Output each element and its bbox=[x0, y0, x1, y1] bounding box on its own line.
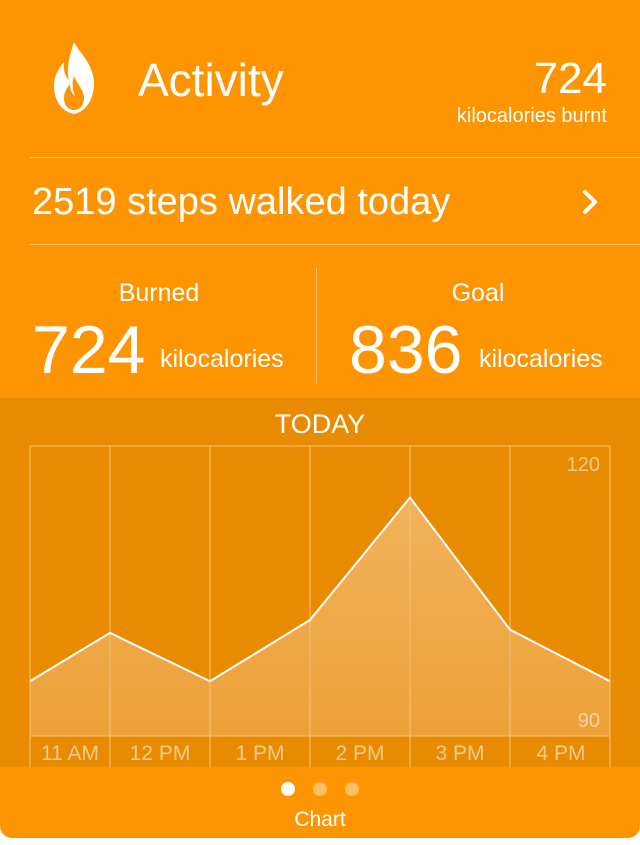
goal-value: 836 bbox=[349, 312, 463, 388]
chevron-right-icon[interactable] bbox=[576, 186, 604, 218]
page-title: Activity bbox=[138, 54, 284, 106]
flame-icon bbox=[54, 42, 94, 114]
goal-stat: Goal 836 kilocalories bbox=[317, 246, 640, 398]
goal-unit: kilocalories bbox=[479, 345, 603, 373]
burned-label: Burned bbox=[118, 279, 200, 307]
page-dot-3[interactable] bbox=[345, 782, 359, 796]
header-value: 724 bbox=[533, 54, 607, 103]
stats-section: Burned 724 kilocalories Goal 836 kilocal… bbox=[0, 246, 640, 398]
x-tick-label: 4 PM bbox=[536, 742, 585, 765]
footer-label: Chart bbox=[294, 808, 346, 831]
activity-chart: 120 90 11 AM 12 PM 1 PM 2 PM 3 PM 4 PM bbox=[29, 445, 611, 767]
burned-value: 724 bbox=[32, 312, 146, 388]
header-unit: kilocalories burnt bbox=[456, 105, 607, 127]
y-tick-label: 90 bbox=[578, 710, 600, 732]
vertical-divider bbox=[316, 268, 317, 384]
x-tick-label: 1 PM bbox=[235, 742, 284, 765]
page-dot-chart[interactable] bbox=[281, 782, 295, 796]
x-tick-label: 12 PM bbox=[130, 742, 191, 765]
burned-unit: kilocalories bbox=[160, 345, 284, 373]
footer: Chart bbox=[0, 767, 640, 838]
chart-area bbox=[30, 497, 610, 736]
steps-row[interactable]: 2519 steps walked today bbox=[0, 158, 640, 244]
divider bbox=[30, 244, 640, 245]
y-tick-label: 120 bbox=[567, 454, 600, 476]
header: Activity 724 kilocalories burnt bbox=[0, 0, 640, 157]
goal-label: Goal bbox=[451, 279, 505, 307]
x-tick-label: 3 PM bbox=[435, 742, 484, 765]
activity-card: Activity 724 kilocalories burnt 2519 ste… bbox=[0, 0, 640, 838]
page-dot-2[interactable] bbox=[313, 782, 327, 796]
x-tick-label: 2 PM bbox=[335, 742, 384, 765]
steps-text: 2519 steps walked today bbox=[32, 181, 451, 223]
burned-stat: Burned 724 kilocalories bbox=[0, 246, 316, 398]
x-tick-label: 11 AM bbox=[41, 742, 99, 765]
chart-panel: TODAY 120 90 11 AM 12 PM 1 PM 2 PM 3 PM 4 PM bbox=[0, 398, 640, 767]
